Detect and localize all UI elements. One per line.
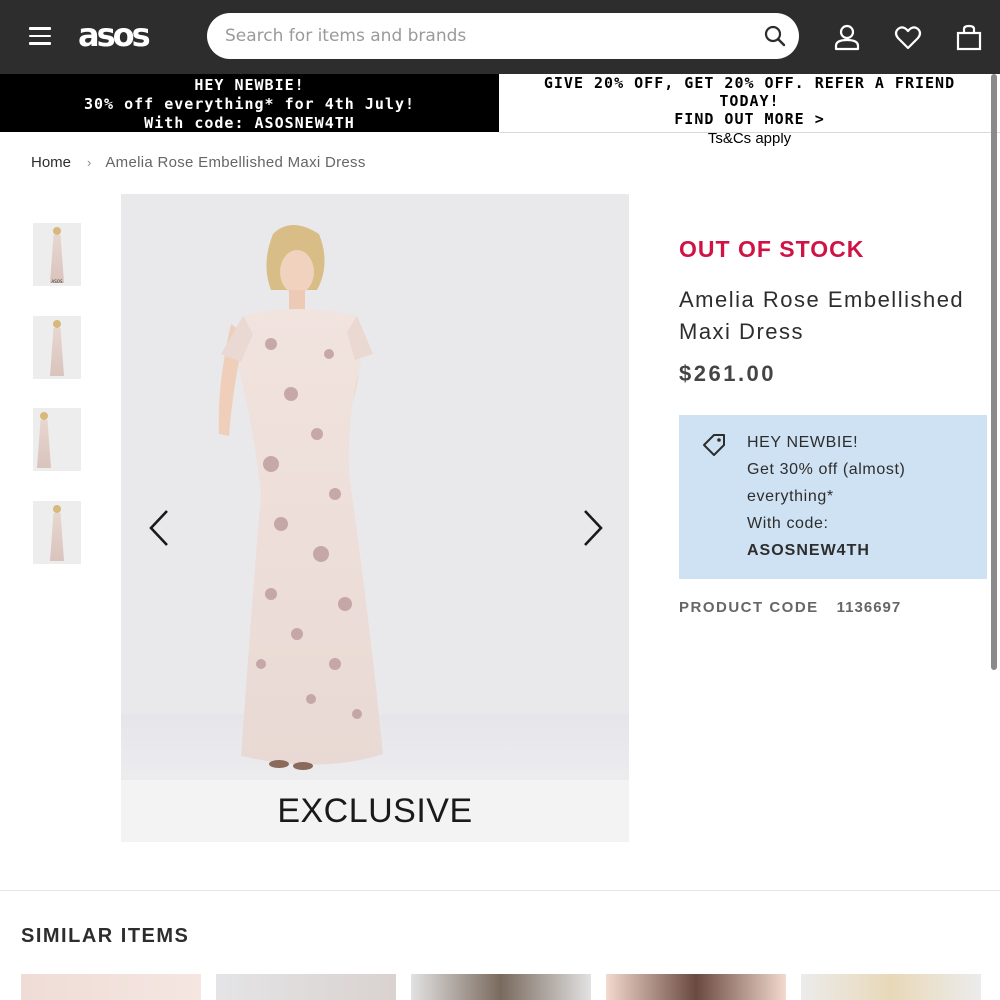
exclusive-label: EXCLUSIVE xyxy=(277,792,473,830)
dress-thumbnail-image xyxy=(50,227,64,283)
refer-headline: GIVE 20% OFF, GET 20% OFF. REFER A FRIEN… xyxy=(543,74,956,110)
newbie-discount-box: HEY NEWBIE! Get 30% off (almost) everyth… xyxy=(679,415,987,579)
similar-items-heading: SIMILAR ITEMS xyxy=(21,925,190,947)
newbie-promo-banner[interactable]: HEY NEWBIE! 30% off everything* for 4th … xyxy=(0,74,499,132)
product-code: PRODUCT CODE 1136697 xyxy=(679,599,901,616)
gallery-thumbnail-2[interactable] xyxy=(33,316,81,379)
discount-offer-line: Get 30% off (almost) xyxy=(747,461,906,478)
product-code-label: PRODUCT CODE xyxy=(679,599,819,616)
breadcrumb-current: Amelia Rose Embellished Maxi Dress xyxy=(105,154,366,171)
refer-friend-banner[interactable]: GIVE 20% OFF, GET 20% OFF. REFER A FRIEN… xyxy=(499,74,1000,147)
similar-item-card[interactable] xyxy=(801,974,981,1000)
previous-image-arrow-icon[interactable] xyxy=(145,508,175,548)
section-divider xyxy=(0,890,1000,891)
search-icon[interactable] xyxy=(763,24,787,48)
search-input[interactable] xyxy=(225,13,745,59)
discount-code: ASOSNEW4TH xyxy=(747,542,870,559)
find-out-more-link[interactable]: FIND OUT MORE > xyxy=(511,110,988,128)
dress-thumbnail-image xyxy=(37,412,51,468)
similar-item-card[interactable] xyxy=(411,974,591,1000)
breadcrumb-home-link[interactable]: Home xyxy=(31,154,71,171)
heart-icon[interactable] xyxy=(893,22,923,52)
next-image-arrow-icon[interactable] xyxy=(577,508,607,548)
product-code-value: 1136697 xyxy=(836,599,902,616)
thumbnail-caption: ASOS xyxy=(51,279,63,284)
discount-offer-line: everything* xyxy=(747,488,834,505)
promo-offer: 30% off everything* for 4th July! xyxy=(83,95,415,113)
gallery-thumbnail-4[interactable] xyxy=(33,501,81,564)
search-bar xyxy=(207,13,799,59)
discount-code-label: With code: xyxy=(747,515,829,532)
similar-item-card[interactable] xyxy=(21,974,201,1000)
model-in-dress-photo xyxy=(218,225,383,770)
similar-item-card[interactable] xyxy=(606,974,786,1000)
promo-code-text: With code: ASOSNEW4TH xyxy=(144,114,355,132)
promo-headline: HEY NEWBIE! xyxy=(194,76,305,94)
bag-icon[interactable] xyxy=(954,22,984,52)
asos-logo[interactable]: asos xyxy=(78,14,151,56)
product-price: $261.00 xyxy=(679,361,777,386)
page-scrollbar[interactable] xyxy=(991,74,997,670)
stock-status: OUT OF STOCK xyxy=(679,236,865,262)
breadcrumb-separator: › xyxy=(87,155,92,170)
banner-divider xyxy=(499,132,1000,133)
menu-icon[interactable] xyxy=(29,27,51,45)
account-icon[interactable] xyxy=(832,22,862,52)
discount-headline: HEY NEWBIE! xyxy=(747,434,859,451)
gallery-thumbnail-1[interactable]: ASOS xyxy=(33,223,81,286)
breadcrumb: Home › Amelia Rose Embellished Maxi Dress xyxy=(31,154,366,171)
dress-thumbnail-image xyxy=(50,320,64,376)
gallery-thumbnail-3[interactable] xyxy=(33,408,81,471)
product-title: Amelia Rose Embellished Maxi Dress xyxy=(679,287,965,344)
similar-item-card[interactable] xyxy=(216,974,396,1000)
main-product-image[interactable]: EXCLUSIVE xyxy=(121,194,629,842)
dress-thumbnail-image xyxy=(50,505,64,561)
top-header: asos xyxy=(0,0,1000,74)
price-tag-icon xyxy=(701,432,727,458)
